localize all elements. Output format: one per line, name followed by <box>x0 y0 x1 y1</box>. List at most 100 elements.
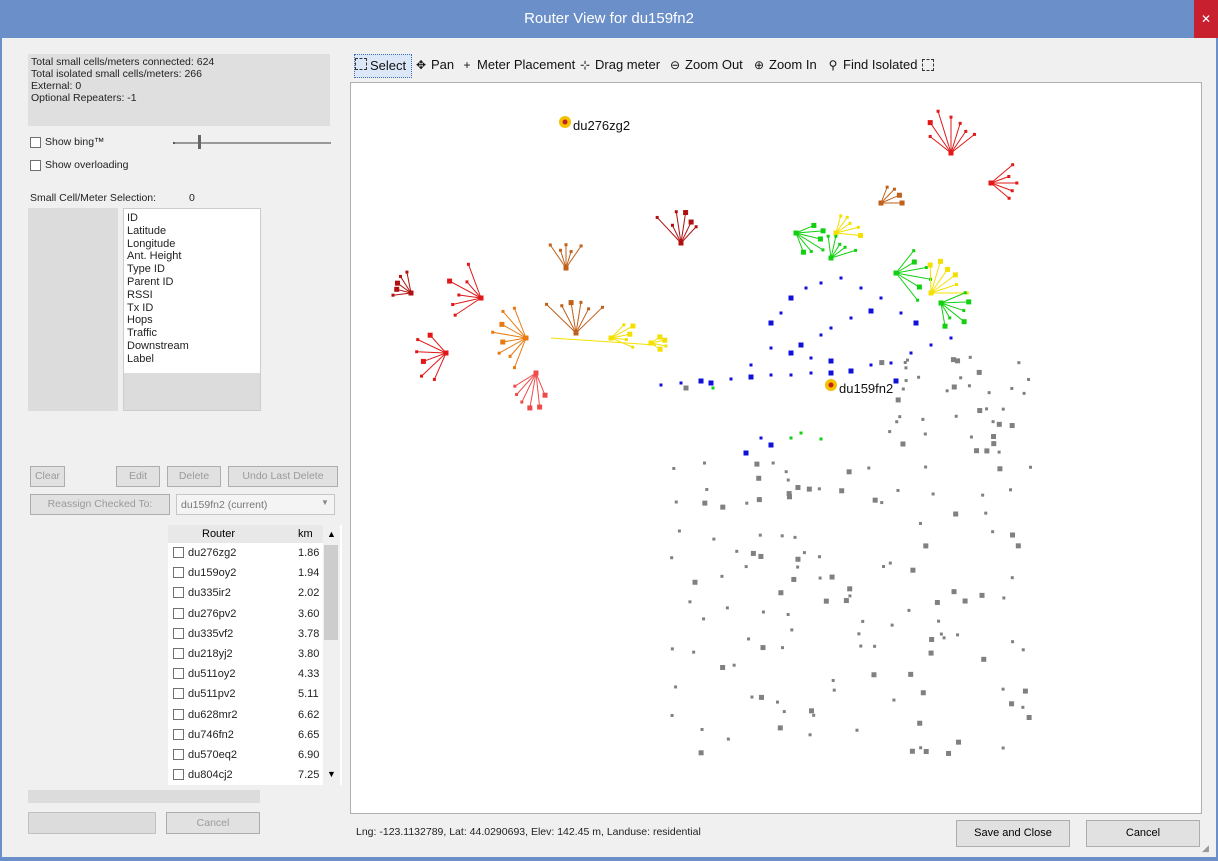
meter-node <box>917 375 921 379</box>
meter-node <box>923 543 929 549</box>
lasso-tool-button[interactable] <box>922 54 937 76</box>
meter-node <box>953 511 959 517</box>
meter-node <box>937 258 943 264</box>
router-row-checkbox[interactable] <box>173 769 184 781</box>
find-isolated-button[interactable]: ⚲ Find Isolated <box>826 54 918 76</box>
field-list-item[interactable]: Parent ID <box>127 276 173 288</box>
router-row[interactable]: du804cj2 7.25 <box>170 765 320 788</box>
router-row-checkbox[interactable] <box>173 547 184 558</box>
router-row-checkbox[interactable] <box>173 749 184 760</box>
meter-node <box>769 346 773 350</box>
field-list-item[interactable]: Ant. Height <box>127 250 181 262</box>
router-row-checkbox[interactable] <box>173 728 184 740</box>
save-and-close-button[interactable]: Save and Close <box>956 820 1070 847</box>
field-list-item[interactable]: Downstream <box>127 340 189 352</box>
field-list-item[interactable]: ID <box>127 212 138 224</box>
progress-cancel-button[interactable]: Cancel <box>166 812 260 834</box>
meter-node <box>991 420 995 424</box>
meter-node <box>951 384 957 390</box>
meter-node <box>457 293 461 297</box>
show-bing-checkbox[interactable] <box>30 137 41 148</box>
router-row-checkbox[interactable] <box>173 688 184 700</box>
meter-placement-button[interactable]: + Meter Placement <box>460 54 575 76</box>
meter-node <box>903 360 907 364</box>
resize-grip-icon[interactable]: ◢ <box>1202 843 1212 853</box>
opacity-slider-thumb[interactable] <box>198 135 201 149</box>
meter-node <box>657 346 663 352</box>
column-km: km <box>298 528 313 540</box>
field-list-item[interactable]: Label <box>127 353 154 365</box>
field-list-item[interactable]: RSSI <box>127 289 153 301</box>
mesh-link <box>930 274 956 294</box>
edit-button[interactable]: Edit <box>116 466 160 487</box>
field-list-item[interactable]: Type ID <box>127 263 165 275</box>
meter-node <box>831 678 835 682</box>
field-list-item[interactable]: Latitude <box>127 225 166 237</box>
map-canvas[interactable]: du276zg2 du159fn2 <box>351 83 1201 813</box>
zoom-in-button[interactable]: ⊕ Zoom In <box>752 54 817 76</box>
router-label: du276zg2 <box>573 118 630 133</box>
meter-node <box>832 688 836 692</box>
meter-node <box>820 228 826 234</box>
meter-node <box>857 632 861 636</box>
mesh-link <box>416 351 447 354</box>
mesh-link <box>880 188 895 204</box>
router-row-name: du218yj2 <box>188 648 233 660</box>
stats-panel: Total small cells/meters connected: 624 … <box>28 54 330 126</box>
show-overloading-checkbox[interactable] <box>30 160 41 171</box>
meter-node <box>790 628 794 632</box>
meter-node <box>1022 688 1028 694</box>
meter-node <box>910 567 916 573</box>
router-map[interactable]: du276zg2 du159fn2 <box>350 82 1202 814</box>
router-row-name: du159oy2 <box>188 567 237 580</box>
router-row-checkbox[interactable] <box>173 627 184 639</box>
chevron-down-icon: ▼ <box>321 498 329 507</box>
meter-node <box>843 245 847 249</box>
scroll-down-icon[interactable]: ▼ <box>323 765 340 783</box>
select-tool-button[interactable]: Select <box>354 54 412 78</box>
field-list-item[interactable]: Longitude <box>127 238 175 250</box>
mesh-link <box>565 245 582 269</box>
find-isolated-label: Find Isolated <box>843 57 918 72</box>
delete-button[interactable]: Delete <box>167 466 221 487</box>
close-button[interactable]: ✕ <box>1194 0 1218 38</box>
meter-node <box>839 488 845 494</box>
pan-tool-button[interactable]: ✥ Pan <box>414 54 454 76</box>
router-row-checkbox[interactable] <box>173 567 184 579</box>
meter-node <box>867 466 871 470</box>
meter-node <box>664 344 668 348</box>
router-row-checkbox[interactable] <box>173 648 184 659</box>
meter-node <box>901 387 905 391</box>
selection-list[interactable] <box>28 208 118 411</box>
meter-node <box>869 363 873 367</box>
reassign-router-select[interactable]: du159fn2 (current) ▼ <box>176 494 335 515</box>
undo-delete-button[interactable]: Undo Last Delete <box>228 466 338 487</box>
show-bing-label: Show bing™ <box>45 136 105 148</box>
meter-node <box>688 600 692 604</box>
router-row-checkbox[interactable] <box>173 607 184 619</box>
field-list-item[interactable]: Tx ID <box>127 302 153 314</box>
meter-node <box>806 486 812 492</box>
cancel-button[interactable]: Cancel <box>1086 820 1200 847</box>
meter-node <box>527 405 533 411</box>
meter-node <box>872 497 878 503</box>
meter-node <box>966 299 972 305</box>
meter-node <box>545 302 549 306</box>
meter-node <box>732 663 736 667</box>
meter-node <box>795 556 801 562</box>
mesh-link <box>929 122 952 154</box>
clear-button[interactable]: Clear <box>30 466 65 487</box>
zoom-out-button[interactable]: ⊖ Zoom Out <box>668 54 743 76</box>
field-list-item[interactable]: Traffic <box>127 327 157 339</box>
scrollbar-thumb[interactable] <box>324 545 338 640</box>
reassign-button[interactable]: Reassign Checked To: <box>30 494 170 515</box>
router-row-checkbox[interactable] <box>173 587 184 599</box>
drag-meter-button[interactable]: ⊹ Drag meter <box>578 54 660 76</box>
field-list-item[interactable]: Hops <box>127 314 153 326</box>
router-row-checkbox[interactable] <box>173 668 184 680</box>
meter-node <box>912 249 916 253</box>
meter-node <box>694 225 698 229</box>
scroll-up-icon[interactable]: ▲ <box>323 525 340 543</box>
meter-node <box>987 391 991 395</box>
router-row-checkbox[interactable] <box>173 708 184 720</box>
